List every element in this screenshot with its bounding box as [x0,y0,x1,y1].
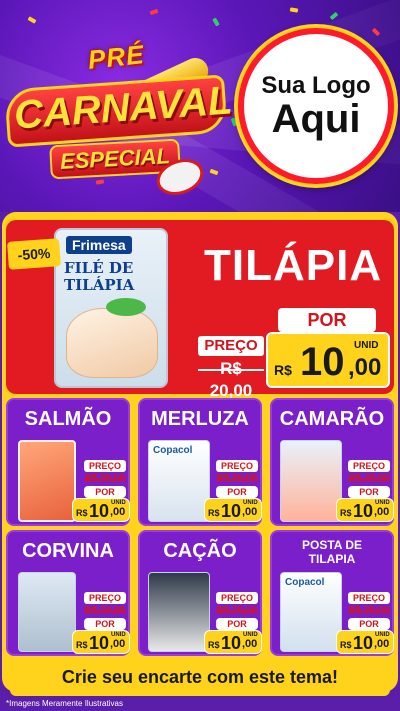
por-label: POR [278,308,376,332]
unit-label: UNID [111,632,126,638]
preco-label: PREÇO [84,460,126,472]
unit-label: UNID [243,500,258,506]
price-box: R$ 10,00 UNID [72,498,130,522]
price-box: R$ 10,00 UNID [336,630,394,654]
price-cents: ,00 [110,638,126,650]
old-price: R$ 20,00 [216,472,258,486]
currency: R$ [208,508,220,518]
confetti [212,17,220,27]
salmon-image [18,440,76,522]
currency: R$ [340,508,352,518]
confetti [289,7,299,13]
disclaimer-text: *Imagens Meramente Ilustrativas [6,699,123,708]
shrimp-package-image [280,440,342,522]
por-label: POR [348,486,390,498]
old-price: R$ 20,00 [348,472,390,486]
price-integer: 10 [353,633,374,653]
fish-fillet-image [66,308,158,378]
cacao-package-image [148,572,210,652]
price-box: R$ 10,00 UNID [336,498,394,522]
old-price-text: R$ 20,00 [209,359,253,400]
currency: R$ [340,640,352,650]
por-label: POR [348,618,390,630]
price-cents: ,00 [374,638,390,650]
product-name: SALMÃO [24,408,112,430]
por-label: POR [84,618,126,630]
preco-label: PREÇO [216,460,258,472]
cta-banner[interactable]: Crie seu encarte com este tema! [10,658,390,696]
currency: R$ [76,508,88,518]
package-brand: Copacol [153,445,193,456]
strike-line [198,369,264,372]
price-box: R$ 10,00 UNID [204,498,262,522]
strike-line [348,479,390,482]
preco-label: PREÇO [216,592,258,604]
currency: R$ [208,640,220,650]
unit-label: UNID [375,500,390,506]
product-package-image: Frimesa FILÉ DE TILÁPIA [54,228,168,388]
old-price: R$ 20,00 [348,604,390,618]
store-logo-placeholder: Sua Logo Aqui [238,28,394,184]
price-integer: 10 [221,501,242,521]
product-name: MERLUZA [151,408,249,430]
currency: R$ [76,640,88,650]
price-box: R$ 10,00 UNID [72,630,130,654]
strike-line [216,611,258,614]
garnish-image [106,298,146,316]
preco-label: PREÇO [348,592,390,604]
price-integer: 10 [353,501,374,521]
product-name: CAMARÃO [279,408,385,430]
unit-label: UNID [111,500,126,506]
por-label: POR [216,618,258,630]
price-cents: ,00 [242,506,258,518]
merluza-package-image: Copacol [148,440,210,522]
price-integer: 10 [300,340,345,384]
preco-label: PREÇO [84,592,126,604]
hero-product-name: TILÁPIA [204,241,383,290]
old-price: R$ 20,00 [84,472,126,486]
confetti [149,8,159,16]
strike-line [216,479,258,482]
discount-badge: -50% [7,238,61,270]
preco-label: PREÇO [348,460,390,472]
price-integer: 10 [221,633,242,653]
strike-line [348,611,390,614]
hero-price-box: R$ 10 ,00 UNID [266,332,390,388]
product-name: POSTA DE TILAPIA [301,538,362,567]
unit-label: UNID [375,632,390,638]
posta-package-image: Copacol [280,572,342,652]
price-cents: ,00 [374,506,390,518]
unit-label: UNID [243,632,258,638]
package-name: FILÉ DE TILÁPIA [64,259,135,294]
corvina-package-image [18,572,76,652]
old-price: R$ 20,00 [216,604,258,618]
old-price: R$ 20,00 [198,358,264,400]
header-banner: PRÉ CARNAVAL ESPECIAL Sua Logo Aqui [0,0,400,212]
logo-line-2: Aqui [271,97,361,142]
unit-label: UNID [354,340,379,351]
price-cents: ,00 [110,506,126,518]
title-pre: PRÉ [86,39,146,75]
carnaval-title-logo: PRÉ CARNAVAL ESPECIAL [4,30,234,202]
por-label: POR [84,486,126,498]
price-integer: 10 [89,633,110,653]
price-cents: ,00 [348,354,382,381]
strike-line [84,479,126,482]
por-label: POR [216,486,258,498]
strike-line [84,611,126,614]
product-name: CORVINA [22,540,114,562]
old-price: R$ 20,00 [84,604,126,618]
confetti [27,16,37,24]
price-integer: 10 [89,501,110,521]
currency: R$ [274,362,292,378]
package-brand: Frimesa [66,236,132,254]
preco-label: PREÇO [198,336,264,356]
package-brand: Copacol [285,577,325,588]
price-box: R$ 10,00 UNID [204,630,262,654]
logo-line-1: Sua Logo [261,71,371,99]
price-cents: ,00 [242,638,258,650]
product-name: CAÇÃO [163,540,237,562]
